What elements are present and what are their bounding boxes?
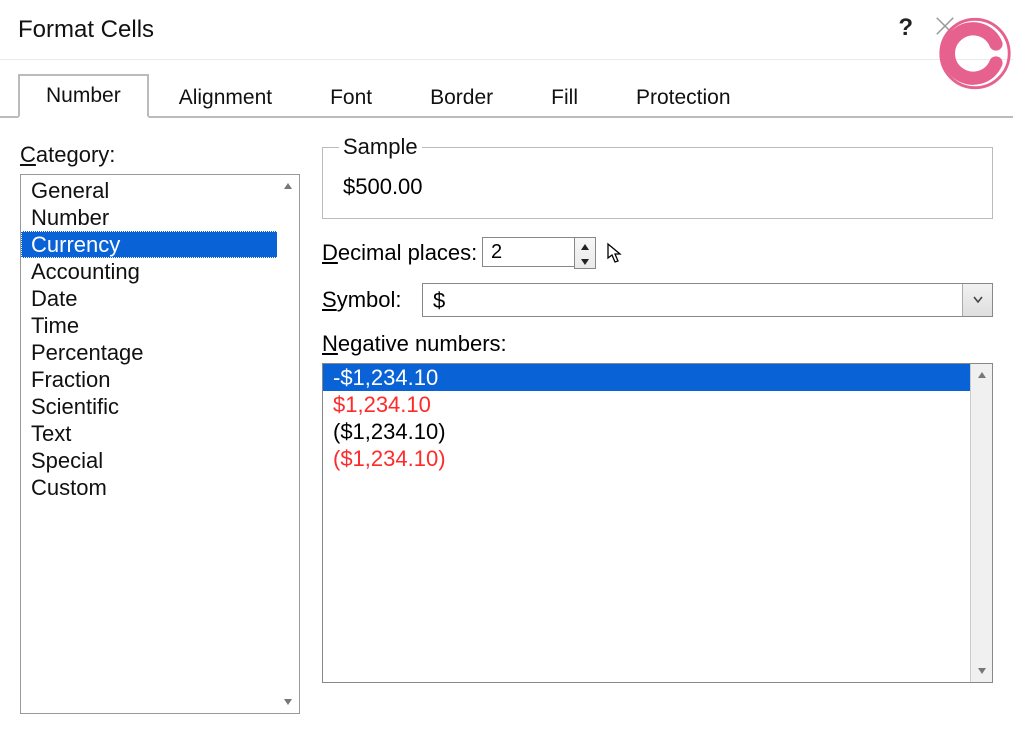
- scroll-down-icon[interactable]: [971, 660, 993, 682]
- category-item-number[interactable]: Number: [21, 204, 299, 231]
- sample-legend: Sample: [339, 134, 422, 160]
- sample-value: $500.00: [343, 174, 976, 200]
- scroll-up-icon[interactable]: [277, 175, 299, 197]
- category-item-scientific[interactable]: Scientific: [21, 393, 299, 420]
- close-icon: [934, 15, 956, 42]
- decimal-spinner[interactable]: [574, 237, 596, 269]
- tab-fill[interactable]: Fill: [523, 76, 606, 118]
- negative-numbers-listbox[interactable]: -$1,234.10 $1,234.10 ($1,234.10) ($1,234…: [322, 363, 993, 683]
- dialog-title: Format Cells: [18, 16, 154, 44]
- tab-alignment[interactable]: Alignment: [151, 76, 300, 118]
- category-item-date[interactable]: Date: [21, 285, 299, 312]
- negative-item-3[interactable]: ($1,234.10): [323, 445, 992, 472]
- symbol-select[interactable]: $: [422, 283, 993, 317]
- decimal-places-label: Decimal places:: [322, 240, 482, 266]
- category-item-percentage[interactable]: Percentage: [21, 339, 299, 366]
- options-pane: Sample $500.00 Decimal places:: [322, 134, 993, 714]
- dialog-body: Category: General Number Currency Accoun…: [0, 118, 1013, 714]
- category-scrollbar[interactable]: [277, 175, 299, 713]
- category-item-currency[interactable]: Currency: [21, 231, 299, 258]
- category-item-text[interactable]: Text: [21, 420, 299, 447]
- category-item-accounting[interactable]: Accounting: [21, 258, 299, 285]
- spinner-up-button[interactable]: [575, 238, 595, 253]
- negative-numbers-label: Negative numbers:: [322, 331, 993, 357]
- triangle-down-icon: [581, 253, 589, 268]
- scroll-down-icon[interactable]: [277, 691, 299, 713]
- symbol-label: Symbol:: [322, 287, 422, 313]
- negative-item-0[interactable]: -$1,234.10: [323, 364, 992, 391]
- close-button[interactable]: [925, 8, 965, 48]
- negative-list: -$1,234.10 $1,234.10 ($1,234.10) ($1,234…: [323, 364, 992, 472]
- category-item-special[interactable]: Special: [21, 447, 299, 474]
- help-button[interactable]: ?: [898, 14, 913, 42]
- sample-group: Sample $500.00: [322, 134, 993, 219]
- tab-border[interactable]: Border: [402, 76, 521, 118]
- category-list: General Number Currency Accounting Date …: [21, 175, 299, 503]
- tab-protection[interactable]: Protection: [608, 76, 759, 118]
- category-item-custom[interactable]: Custom: [21, 474, 299, 501]
- category-section: Category: General Number Currency Accoun…: [20, 134, 300, 714]
- category-item-general[interactable]: General: [21, 177, 299, 204]
- decimal-row: Decimal places:: [322, 237, 993, 269]
- symbol-value: $: [423, 284, 962, 316]
- category-item-time[interactable]: Time: [21, 312, 299, 339]
- negative-item-1[interactable]: $1,234.10: [323, 391, 992, 418]
- tab-number[interactable]: Number: [18, 74, 149, 118]
- decimal-places-stepper[interactable]: [482, 237, 596, 269]
- category-label: Category:: [20, 142, 300, 168]
- triangle-up-icon: [581, 238, 589, 253]
- symbol-dropdown-button[interactable]: [962, 284, 992, 316]
- decimal-places-input[interactable]: [482, 237, 574, 267]
- category-item-fraction[interactable]: Fraction: [21, 366, 299, 393]
- tabstrip: Number Alignment Font Border Fill Protec…: [0, 74, 1013, 118]
- titlebar: Format Cells: [0, 0, 1013, 60]
- spinner-down-button[interactable]: [575, 253, 595, 268]
- category-listbox[interactable]: General Number Currency Accounting Date …: [20, 174, 300, 714]
- negative-item-2[interactable]: ($1,234.10): [323, 418, 992, 445]
- negative-scrollbar[interactable]: [970, 364, 992, 682]
- scroll-up-icon[interactable]: [971, 364, 993, 386]
- cursor-icon: [606, 242, 626, 264]
- tab-font[interactable]: Font: [302, 76, 400, 118]
- format-cells-dialog: Format Cells ? Number Alignment Font Bor…: [0, 0, 1013, 732]
- chevron-down-icon: [973, 291, 983, 309]
- symbol-row: Symbol: $: [322, 283, 993, 317]
